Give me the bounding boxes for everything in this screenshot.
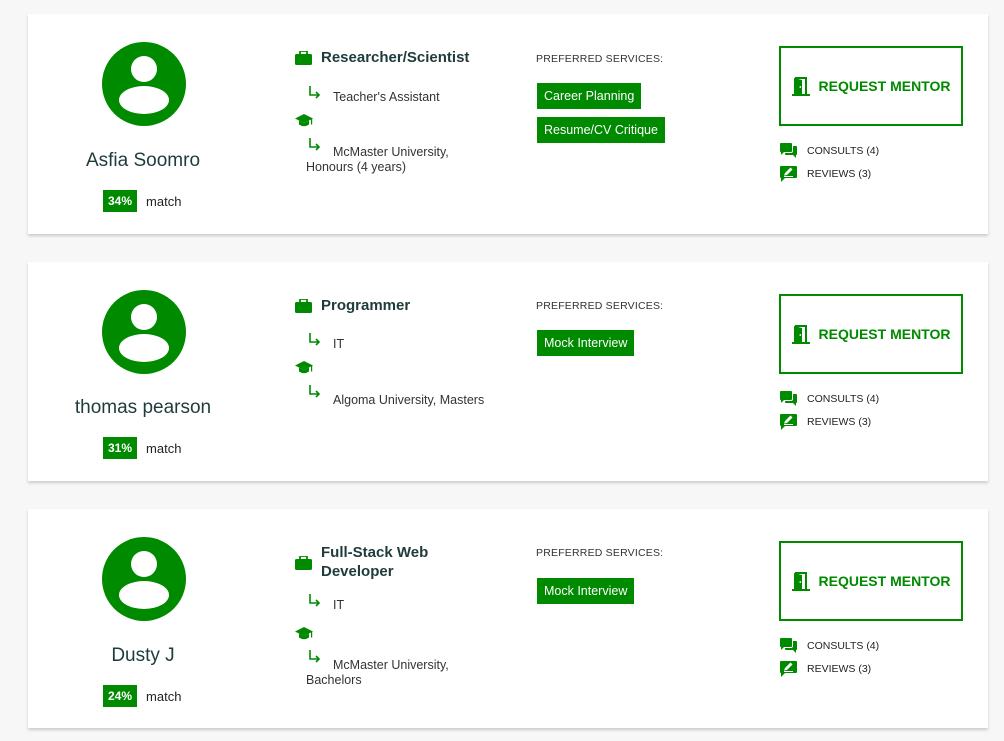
- mentor-card: Dusty J 24% match Full-Stack Web Develop…: [28, 509, 988, 728]
- match-label: match: [146, 440, 182, 456]
- arrow-turn-down-right-icon: [309, 86, 321, 99]
- consults-link[interactable]: CONSULTS (4): [780, 391, 879, 407]
- job-sub-row: Teacher's Assistant: [308, 86, 440, 105]
- briefcase-icon: [295, 556, 312, 570]
- mentor-card: Asfia Soomro 34% match Researcher/Scient…: [28, 14, 988, 234]
- reviews-count: REVIEWS (3): [807, 416, 872, 428]
- preferred-services-label: PREFERRED SERVICES:: [536, 547, 664, 559]
- job-title: Full-Stack Web Developer: [321, 544, 429, 580]
- match-score: 34% match: [103, 190, 181, 212]
- job-sub-row: IT: [308, 594, 345, 613]
- chat-bubbles-icon: [780, 638, 797, 653]
- edit-pencil-icon: [780, 166, 797, 182]
- consults-count: CONSULTS (4): [807, 640, 880, 652]
- request-mentor-label: REQUEST MENTOR: [818, 573, 951, 589]
- match-label: match: [146, 193, 182, 209]
- reviews-count: REVIEWS (3): [807, 663, 872, 675]
- edit-pencil-icon: [780, 414, 797, 430]
- request-mentor-label: REQUEST MENTOR: [818, 78, 951, 94]
- service-tag: Mock Interview: [537, 330, 635, 356]
- job-title: Researcher/Scientist: [321, 49, 470, 66]
- education-text: Algoma University, Masters: [333, 393, 485, 407]
- job-title: Programmer: [321, 297, 411, 314]
- request-mentor-button[interactable]: REQUEST MENTOR: [779, 46, 963, 126]
- education-text: McMaster University, Bachelors: [306, 658, 449, 687]
- consults-link[interactable]: CONSULTS (4): [780, 638, 879, 654]
- reviews-link[interactable]: REVIEWS (3): [780, 661, 871, 677]
- consults-count: CONSULTS (4): [807, 145, 880, 157]
- reviews-link[interactable]: REVIEWS (3): [780, 414, 871, 430]
- consults-link[interactable]: CONSULTS (4): [780, 143, 879, 159]
- edit-pencil-icon: [780, 661, 797, 677]
- mentor-name[interactable]: thomas pearson: [48, 397, 238, 419]
- service-tag: Resume/CV Critique: [537, 117, 665, 143]
- job-row: Researcher/Scientist: [295, 48, 491, 67]
- request-mentor-button[interactable]: REQUEST MENTOR: [779, 294, 963, 374]
- briefcase-icon: [295, 51, 312, 65]
- match-score: 24% match: [103, 685, 181, 707]
- mentor-name[interactable]: Asfia Soomro: [48, 150, 238, 172]
- request-mentor-button[interactable]: REQUEST MENTOR: [779, 541, 963, 621]
- preferred-services-label: PREFERRED SERVICES:: [536, 53, 664, 65]
- service-tag: Career Planning: [537, 83, 642, 109]
- match-percent-badge: 31%: [103, 437, 138, 459]
- arrow-turn-down-right-icon: [309, 333, 321, 346]
- chat-bubbles-icon: [780, 391, 797, 406]
- preferred-services-label: PREFERRED SERVICES:: [536, 300, 664, 312]
- graduation-cap-icon: [295, 114, 313, 127]
- job-row: Programmer: [295, 296, 491, 315]
- match-label: match: [146, 688, 182, 704]
- job-subtitle: IT: [333, 337, 345, 351]
- match-percent-badge: 24%: [103, 685, 138, 707]
- user-avatar-icon: [102, 537, 186, 621]
- mentor-card: thomas pearson 31% match Programmer IT A…: [28, 262, 988, 481]
- briefcase-icon: [295, 299, 312, 313]
- job-row: Full-Stack Web Developer: [295, 543, 451, 581]
- mentor-name[interactable]: Dusty J: [48, 645, 238, 667]
- match-score: 31% match: [103, 437, 181, 459]
- job-sub-row: IT: [308, 333, 345, 352]
- match-percent-badge: 34%: [103, 190, 138, 212]
- consults-count: CONSULTS (4): [807, 393, 880, 405]
- door-open-icon: [791, 572, 810, 591]
- user-avatar-icon: [102, 42, 186, 126]
- graduation-cap-icon: [295, 627, 313, 640]
- service-tag: Mock Interview: [537, 578, 635, 604]
- request-mentor-label: REQUEST MENTOR: [818, 326, 951, 342]
- door-open-icon: [791, 325, 810, 344]
- user-avatar-icon: [102, 290, 186, 374]
- job-subtitle: IT: [333, 598, 345, 612]
- arrow-turn-down-right-icon: [309, 594, 321, 607]
- reviews-link[interactable]: REVIEWS (3): [780, 166, 871, 182]
- job-subtitle: Teacher's Assistant: [333, 90, 440, 104]
- reviews-count: REVIEWS (3): [807, 168, 872, 180]
- door-open-icon: [791, 77, 810, 96]
- chat-bubbles-icon: [780, 143, 797, 158]
- education-text: McMaster University, Honours (4 years): [306, 145, 449, 174]
- graduation-cap-icon: [295, 361, 313, 374]
